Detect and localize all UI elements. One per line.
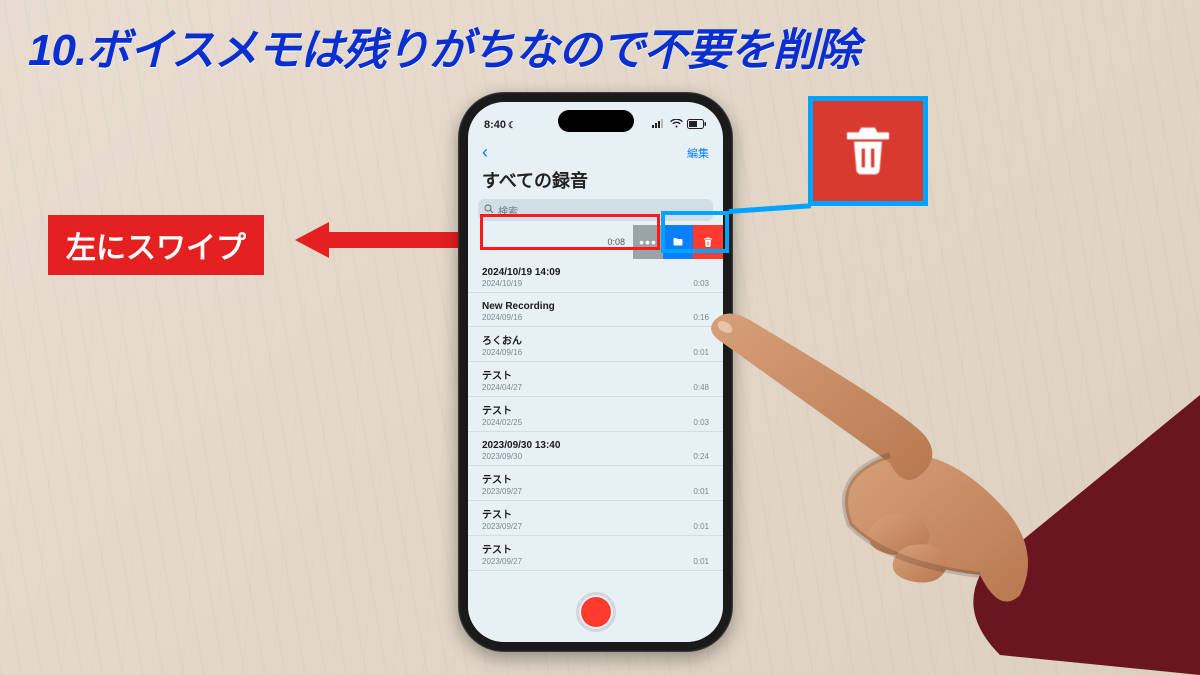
recording-title: テスト: [482, 541, 522, 556]
search-field[interactable]: 検索: [478, 199, 713, 221]
record-button[interactable]: [576, 592, 616, 632]
trash-icon: [702, 236, 714, 248]
row-action-more[interactable]: •••: [633, 225, 663, 259]
swipe-left-arrow: [295, 222, 485, 258]
recording-title: New Recording: [482, 301, 555, 312]
recording-row[interactable]: ろくおん2024/09/16 0:01: [468, 327, 723, 362]
recording-date: 2024/02/25: [482, 418, 522, 427]
recording-row[interactable]: 2023/09/30 13:402023/09/30 0:24: [468, 432, 723, 466]
recording-date: 2024/09/16: [482, 313, 555, 322]
recording-title: 2023/09/30 13:40: [482, 440, 560, 451]
swipe-left-label: 左にスワイプ: [48, 215, 264, 275]
recording-row[interactable]: テスト2023/09/27 0:01: [468, 501, 723, 536]
recording-duration: 0:24: [693, 452, 709, 461]
edit-button[interactable]: 編集: [687, 145, 709, 161]
recording-list[interactable]: 2024/10/19 14:092024/10/19 0:03 New Record…: [468, 259, 723, 571]
callout-connector: [729, 203, 811, 214]
recording-title: テスト: [482, 402, 522, 417]
recording-duration: 0:01: [693, 348, 709, 357]
recording-date: 2023/09/27: [482, 487, 522, 496]
recording-date: 2023/09/30: [482, 452, 560, 461]
recording-row[interactable]: テスト2023/09/27 0:01: [468, 536, 723, 571]
recording-duration: 0:16: [693, 313, 709, 322]
folder-icon: [672, 236, 684, 248]
recording-title: ろくおん: [482, 332, 522, 347]
recording-title: テスト: [482, 367, 522, 382]
recording-date: 2024/04/27: [482, 383, 522, 392]
phone-screen: 8:40 ☾ ‹ 編集 すべての録音: [468, 102, 723, 642]
swiped-row-content[interactable]: 0:08: [468, 225, 633, 259]
recording-duration: 0:01: [693, 557, 709, 566]
status-time: 8:40: [484, 119, 506, 131]
trash-icon: [840, 123, 896, 179]
recording-row[interactable]: 2024/10/19 14:092024/10/19 0:03: [468, 259, 723, 293]
dynamic-island: [558, 110, 634, 132]
recording-duration: 0:03: [693, 418, 709, 427]
headline-text: 10.ボイスメモは残りがちなので不要を削除: [28, 14, 859, 78]
dnd-moon-icon: ☾: [508, 120, 516, 131]
search-icon: [484, 204, 494, 217]
swiped-recording-row[interactable]: 0:08 •••: [468, 225, 723, 259]
recording-row[interactable]: テスト2024/02/25 0:03: [468, 397, 723, 432]
recording-date: 2024/09/16: [482, 348, 522, 357]
recording-row[interactable]: テスト2024/04/27 0:48: [468, 362, 723, 397]
recording-duration: 0:01: [693, 522, 709, 531]
cellular-signal-icon: [652, 119, 666, 131]
recording-duration: 0:03: [693, 279, 709, 288]
battery-icon: [687, 119, 707, 132]
recording-title: 2024/10/19 14:09: [482, 267, 560, 278]
recording-date: 2024/10/19: [482, 279, 560, 288]
recording-duration: 0:01: [693, 487, 709, 496]
trash-callout: [808, 96, 928, 206]
swiped-row-duration: 0:08: [607, 237, 625, 247]
nav-bar: ‹ 編集: [468, 138, 723, 165]
phone-frame: 8:40 ☾ ‹ 編集 すべての録音: [458, 92, 733, 652]
recording-date: 2023/09/27: [482, 557, 522, 566]
recording-date: 2023/09/27: [482, 522, 522, 531]
back-chevron-icon[interactable]: ‹: [482, 142, 488, 163]
recording-row[interactable]: テスト2023/09/27 0:01: [468, 466, 723, 501]
row-action-folder[interactable]: [663, 225, 693, 259]
search-placeholder: 検索: [498, 203, 518, 218]
recording-title: テスト: [482, 471, 522, 486]
recording-title: テスト: [482, 506, 522, 521]
wifi-icon: [670, 119, 683, 131]
recording-duration: 0:48: [693, 383, 709, 392]
recording-row[interactable]: New Recording2024/09/16 0:16: [468, 293, 723, 327]
record-dock: [468, 582, 723, 642]
pointing-hand: [680, 215, 1200, 675]
page-title: すべての録音: [468, 165, 723, 199]
row-action-delete[interactable]: [693, 225, 723, 259]
